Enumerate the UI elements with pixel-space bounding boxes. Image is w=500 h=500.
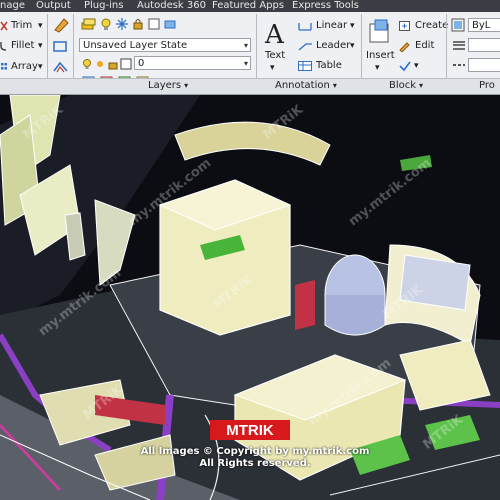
layer-swatch-icon [120, 58, 132, 70]
fillet-button[interactable]: Fillet [11, 40, 34, 52]
trim-button[interactable]: Trim [11, 20, 32, 32]
linear-dropdown-icon[interactable]: ▾ [350, 20, 355, 32]
copyright-line-2: All Rights reserved. [199, 458, 311, 469]
copyright-notice: All Images © Copyright by my.mtrik.com A… [140, 446, 370, 470]
explode-icon[interactable] [52, 40, 70, 54]
svg-text:MTRIK: MTRIK [226, 422, 274, 439]
layer-bulb-icon [83, 59, 91, 69]
array-icon [1, 63, 7, 70]
linetype-icon [453, 64, 465, 66]
layer-lock-open-icon [108, 62, 118, 70]
layer-state-value: Unsaved Layer State [83, 40, 188, 51]
annotation-panel-title[interactable]: Annotation ▾ [275, 80, 337, 92]
chevron-down-icon: ▾ [243, 59, 248, 68]
edit-button[interactable]: Edit [415, 40, 434, 52]
insert-block-icon[interactable] [367, 18, 393, 46]
tab-express-tools[interactable]: Express Tools [292, 0, 359, 12]
leader-icon [298, 43, 312, 51]
color-select[interactable]: ByL [468, 18, 500, 32]
array-button[interactable]: Array [11, 61, 38, 73]
tab-manage[interactable]: nage [0, 0, 25, 12]
color-value: ByL [472, 20, 491, 31]
insert-button[interactable]: Insert [366, 50, 395, 62]
create-block-icon [399, 21, 410, 31]
layer-properties-icon[interactable] [80, 17, 96, 31]
properties-panel-title[interactable]: Pro [479, 80, 495, 92]
leader-button[interactable]: Leader [316, 40, 350, 52]
match-properties-icon[interactable] [451, 18, 465, 32]
trim-icon [0, 21, 8, 31]
block-panel-title[interactable]: Block ▾ [389, 80, 423, 92]
tab-plugins[interactable]: Plug-ins [84, 0, 123, 12]
linear-dimension-icon [298, 23, 312, 31]
table-button[interactable]: Table [316, 60, 342, 72]
fillet-dropdown-icon[interactable]: ▾ [38, 40, 43, 52]
chevron-down-icon: ▾ [184, 81, 189, 90]
layer-freeze-icon[interactable] [115, 17, 129, 31]
panel-label-bar [0, 78, 500, 94]
mtrik-logo: MTRIK [210, 420, 290, 440]
text-dropdown-icon[interactable]: ▾ [270, 62, 275, 74]
layer-select[interactable]: 0 ▾ [134, 56, 251, 70]
tab-featured-apps[interactable]: Featured Apps [212, 0, 284, 12]
layer-value: 0 [138, 58, 145, 69]
svg-text:A: A [264, 20, 285, 48]
array-dropdown-icon[interactable]: ▾ [38, 61, 43, 73]
tab-autodesk-360[interactable]: Autodesk 360 [137, 0, 206, 12]
chevron-down-icon: ▾ [419, 81, 424, 90]
layer-lock-icon[interactable] [131, 17, 145, 31]
edit-attributes-icon [399, 61, 411, 72]
leader-dropdown-icon[interactable]: ▾ [350, 40, 355, 52]
layer-sun-icon [97, 61, 103, 67]
chevron-down-icon: ▾ [332, 81, 337, 90]
copyright-line-1: All Images © Copyright by my.mtrik.com [140, 446, 370, 457]
edit-attributes-dropdown-icon[interactable]: ▾ [414, 60, 419, 72]
linetype-select[interactable] [468, 58, 500, 72]
table-icon [298, 61, 312, 71]
lineweight-icon [453, 41, 465, 50]
ribbon-tab-bar: nage Output Plug-ins Autodesk 360 Featur… [0, 0, 500, 12]
trim-dropdown-icon[interactable]: ▾ [38, 20, 43, 32]
edit-block-icon [399, 42, 410, 52]
insert-dropdown-icon[interactable]: ▾ [375, 62, 380, 74]
layer-state-select[interactable]: Unsaved Layer State ▾ [79, 38, 251, 52]
layer-color-icon[interactable] [147, 17, 161, 31]
layer-on-bulb-icon[interactable] [99, 17, 113, 31]
fillet-icon [0, 42, 7, 51]
layer-match-icon[interactable] [163, 17, 177, 31]
layers-panel-title[interactable]: Layers ▾ [148, 80, 188, 92]
linear-button[interactable]: Linear [316, 20, 347, 32]
ribbon-panel: Trim ▾ Fillet ▾ Array ▾ Unsaved Layer St… [0, 12, 500, 95]
text-button[interactable]: Text [265, 50, 285, 62]
tab-output[interactable]: Output [36, 0, 71, 12]
erase-icon[interactable] [52, 16, 70, 34]
lineweight-select[interactable] [468, 38, 500, 52]
offset-icon[interactable] [52, 60, 70, 74]
chevron-down-icon: ▾ [243, 41, 248, 50]
create-button[interactable]: Create [415, 20, 448, 32]
text-icon[interactable]: A [262, 18, 288, 48]
